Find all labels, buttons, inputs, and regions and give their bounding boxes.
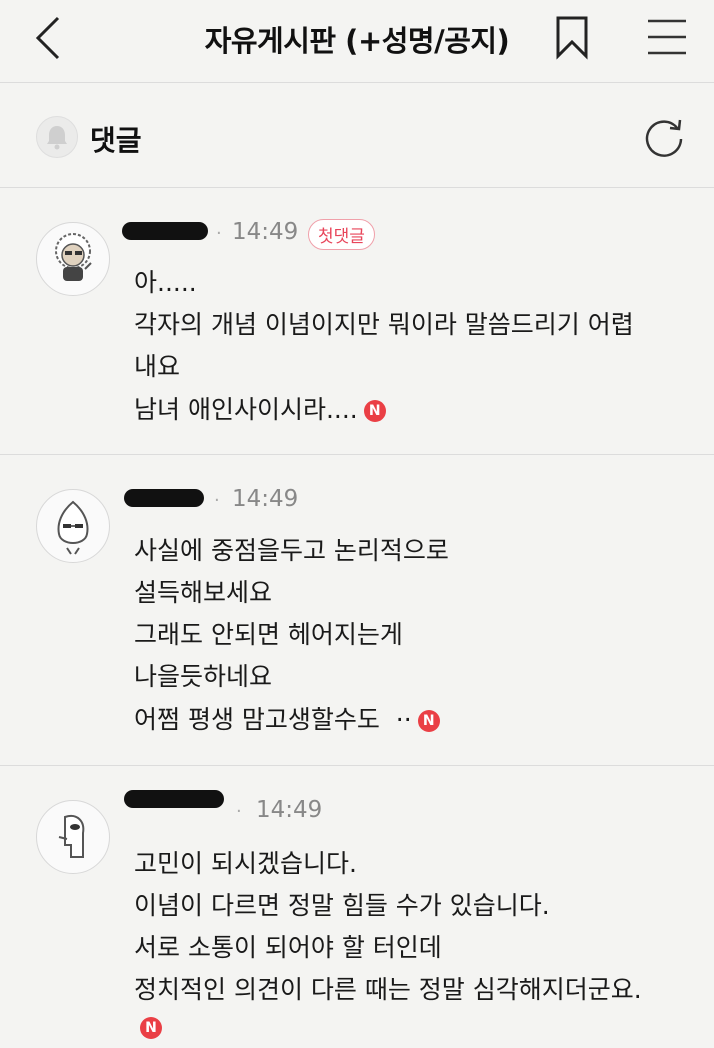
notification-toggle[interactable] [36, 116, 78, 158]
comment-text-line: 사실에 중점을두고 논리적으로 [134, 536, 449, 565]
comment-time: 14:49 [232, 486, 299, 512]
comment-text-line: 이념이 다르면 정말 힘들 수가 있습니다. [134, 891, 550, 920]
refresh-icon[interactable] [642, 115, 686, 159]
comment-time: 14:49 [256, 797, 323, 823]
comments-header: 댓글 [0, 83, 714, 188]
page-title: 자유게시판 (+성명/공지) [204, 24, 510, 58]
comment-time: 14:49 [232, 219, 299, 245]
new-badge-icon: N [417, 710, 440, 732]
new-badge-icon: N [363, 400, 386, 422]
comment-text-line: 내요 [134, 352, 181, 381]
comments-title: 댓글 [90, 124, 142, 157]
comment-text: 남녀 애인사이시라.... [134, 395, 358, 424]
bell-icon [47, 126, 67, 150]
comment-text-line-last: N [134, 1012, 162, 1041]
avatar-character-icon [58, 815, 85, 858]
comment-text-line-last: 남녀 애인사이시라.... N [134, 390, 386, 426]
avatar[interactable] [36, 222, 110, 296]
comment-item: · 14:49 사실에 중점을두고 논리적으로 설득해보세요 그래도 안되면 헤… [0, 455, 714, 766]
comment-text-line: 아..... [134, 268, 197, 297]
avatar[interactable] [36, 800, 110, 874]
comment-text-line: 고민이 되시겠습니다. [134, 849, 357, 878]
meta-separator: · [216, 223, 222, 244]
comment-item: · 14:49 고민이 되시겠습니다. 이념이 다르면 정말 힘들 수가 있습니… [0, 766, 714, 1048]
comment-text-line-last: 어쩜 평생 맘고생할수도 ·· N [134, 700, 440, 736]
comment-text-line: 정치적인 의견이 다른 때는 정말 심각해지더군요. [134, 975, 642, 1004]
avatar-character-icon [57, 500, 89, 555]
menu-icon[interactable] [646, 18, 688, 56]
comment-text-line: 서로 소통이 되어야 할 터인데 [134, 933, 442, 962]
comment-item: · 14:49 첫댓글 아..... 각자의 개념 이념이지만 뭐이라 말씀드리… [0, 188, 714, 455]
avatar-character-icon [55, 233, 92, 281]
author-name-redacted[interactable] [122, 222, 208, 240]
comment-text-line: 각자의 개념 이념이지만 뭐이라 말씀드리기 어렵 [134, 310, 634, 339]
meta-separator: · [236, 801, 242, 822]
comment-text-line: 설득해보세요 [134, 578, 273, 607]
avatar[interactable] [36, 489, 110, 563]
bookmark-icon[interactable] [554, 16, 590, 60]
comment-text: 어쩜 평생 맘고생할수도 ·· [134, 705, 412, 734]
author-name-redacted[interactable] [124, 790, 224, 808]
comment-text-line: 그래도 안되면 헤어지는게 [134, 620, 403, 649]
meta-separator: · [214, 490, 220, 511]
first-comment-badge: 첫댓글 [308, 219, 375, 250]
top-bar: 자유게시판 (+성명/공지) [0, 0, 714, 83]
comment-text-line: 나을듯하네요 [134, 662, 273, 691]
author-name-redacted[interactable] [124, 489, 204, 507]
new-badge-icon: N [140, 1017, 162, 1039]
